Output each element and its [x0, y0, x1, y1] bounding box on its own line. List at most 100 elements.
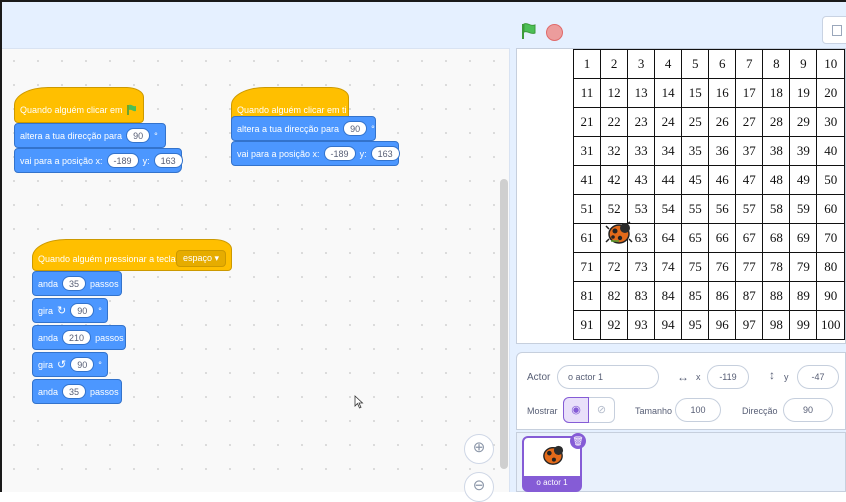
grid-cell: 41	[572, 165, 602, 195]
direction-input[interactable]: 90	[343, 121, 368, 136]
move-steps-block[interactable]: anda 35 passos	[32, 271, 122, 296]
direction-input[interactable]: 90	[126, 128, 151, 143]
y-input[interactable]: 163	[153, 153, 183, 168]
block-unit: passos	[90, 386, 119, 397]
code-area[interactable]: Quando alguém clicar em altera a tua dir…	[2, 48, 510, 492]
x-input[interactable]: -189	[323, 146, 356, 161]
block-label: anda	[38, 332, 59, 343]
grid-row: 51 52 53 54 55 56 57 58 59 60	[572, 194, 845, 224]
grid-cell: 83	[627, 281, 656, 311]
grid-row: 91 92 93 94 95 96 97 98 99 100	[572, 310, 845, 340]
x-input[interactable]: -119	[707, 365, 749, 389]
grid-cell: 48	[762, 165, 791, 195]
y-input[interactable]: -47	[797, 365, 839, 389]
move-steps-block[interactable]: anda 210 passos	[32, 325, 126, 350]
grid-cell: 18	[762, 78, 791, 108]
grid-cell: 69	[789, 223, 818, 253]
when-key-pressed-block[interactable]: Quando alguém pressionar a tecla espaço …	[32, 239, 232, 271]
x-input[interactable]: -189	[106, 153, 139, 168]
block-label: gira	[38, 359, 54, 370]
degree-symbol: °	[371, 123, 375, 134]
grid-cell: 46	[708, 165, 737, 195]
grid-cell: 34	[654, 136, 683, 166]
grid-cell: 44	[654, 165, 683, 195]
mouse-cursor-icon	[354, 395, 364, 409]
turn-right-block[interactable]: gira ↻ 90 °	[32, 298, 108, 323]
move-steps-block[interactable]: anda 35 passos	[32, 379, 122, 404]
grid-cell: 52	[600, 194, 629, 224]
steps-input[interactable]: 35	[62, 384, 87, 399]
y-value: -47	[811, 372, 825, 382]
grid-row: 81 82 83 84 85 86 87 88 89 90	[572, 281, 845, 311]
steps-input[interactable]: 35	[62, 276, 87, 291]
grid-cell: 6	[708, 49, 737, 79]
eye-icon: ◉	[571, 404, 581, 416]
grid-cell: 16	[708, 78, 737, 108]
grid-cell: 84	[654, 281, 683, 311]
turn-left-block[interactable]: gira ↺ 90 °	[32, 352, 108, 377]
degree-symbol: °	[98, 359, 102, 370]
direction-value: 90	[802, 405, 813, 415]
grid-cell: 5	[681, 49, 710, 79]
degree-symbol: °	[98, 305, 102, 316]
grid-cell: 59	[789, 194, 818, 224]
stage-layout-button[interactable]	[822, 16, 846, 44]
grid-cell: 19	[789, 78, 818, 108]
sprite-info-panel: Actor o actor 1 ↔ x -119 ↕ y -47 Mostrar…	[516, 352, 846, 430]
grid-cell: 94	[654, 310, 683, 340]
show-visible-toggle[interactable]: ◉	[563, 397, 589, 423]
grid-cell: 13	[627, 78, 656, 108]
grid-cell: 64	[654, 223, 683, 253]
sprite-name-label: o actor 1	[524, 476, 580, 490]
x-label: x	[696, 372, 701, 382]
grid-cell: 66	[708, 223, 737, 253]
size-input[interactable]: 100	[675, 398, 721, 422]
grid-cell: 9	[789, 49, 818, 79]
grid-cell: 78	[762, 252, 791, 282]
grid-cell: 37	[735, 136, 764, 166]
turn-right-icon: ↻	[57, 305, 67, 317]
zoom-in-button[interactable]: ⊕	[464, 434, 494, 464]
point-in-direction-block[interactable]: altera a tua direcção para 90 °	[231, 116, 376, 141]
delete-sprite-button[interactable]: 🗑	[570, 433, 586, 449]
degrees-input[interactable]: 90	[70, 303, 95, 318]
number-grid: 1 2 3 4 5 6 7 8 9 10 11 12 13 14 15 16 17 18 19 20 21 22 23 24 2…	[572, 49, 845, 340]
go-to-xy-block[interactable]: vai para a posição x: -189 y: 163	[14, 148, 183, 173]
direction-input[interactable]: 90	[783, 398, 833, 422]
grid-cell: 50	[816, 165, 845, 195]
stage[interactable]: 1 2 3 4 5 6 7 8 9 10 11 12 13 14 15 16 17 18 19 20 21 22 23 24 2…	[516, 48, 846, 344]
grid-cell: 7	[735, 49, 764, 79]
grid-cell: 32	[600, 136, 629, 166]
grid-cell: 57	[735, 194, 764, 224]
show-hidden-toggle[interactable]: ⊘	[589, 397, 615, 423]
go-to-xy-block[interactable]: vai para a posição x: -189 y: 163	[231, 141, 400, 166]
zoom-out-button[interactable]: ⊖	[464, 472, 494, 502]
when-flag-clicked-block[interactable]: Quando alguém clicar em	[14, 87, 144, 123]
grid-cell: 14	[654, 78, 683, 108]
green-flag-icon[interactable]	[520, 22, 538, 40]
y-input[interactable]: 163	[370, 146, 400, 161]
grid-cell: 33	[627, 136, 656, 166]
grid-cell: 31	[572, 136, 602, 166]
block-label: vai para a posição x:	[237, 148, 320, 159]
key-dropdown[interactable]: espaço ▾	[176, 250, 227, 267]
grid-cell: 36	[708, 136, 737, 166]
degrees-input[interactable]: 90	[70, 357, 95, 372]
eye-slash-icon: ⊘	[596, 404, 607, 416]
direction-label: Direcção	[742, 406, 778, 416]
show-label: Mostrar	[527, 406, 558, 416]
grid-row: 11 12 13 14 15 16 17 18 19 20	[572, 78, 845, 108]
grid-cell: 24	[654, 107, 683, 137]
grid-cell: 93	[627, 310, 656, 340]
actor-name-input[interactable]: o actor 1	[557, 365, 659, 389]
grid-cell: 11	[572, 78, 602, 108]
y-label: y:	[359, 148, 367, 159]
stop-icon[interactable]	[546, 24, 563, 41]
grid-cell: 56	[708, 194, 737, 224]
grid-cell: 71	[572, 252, 602, 282]
ladybug-sprite-icon[interactable]	[605, 221, 633, 245]
steps-input[interactable]: 210	[62, 330, 92, 345]
point-in-direction-block[interactable]: altera a tua direcção para 90 °	[14, 123, 166, 148]
grid-cell: 53	[627, 194, 656, 224]
vertical-scrollbar[interactable]	[500, 179, 508, 469]
